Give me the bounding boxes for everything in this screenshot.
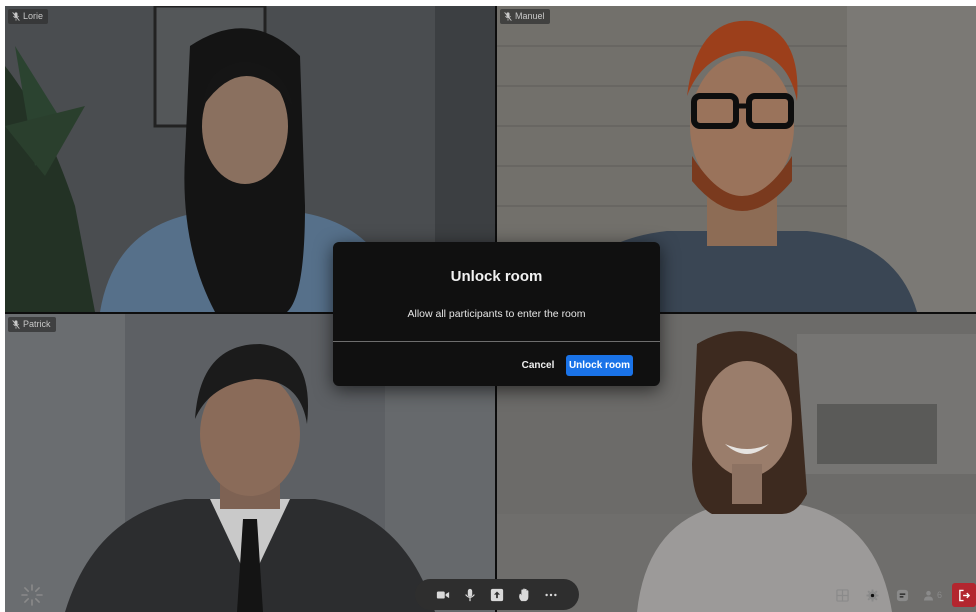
cancel-button[interactable]: Cancel: [518, 355, 558, 376]
participant-name: Lorie: [23, 11, 44, 21]
participant-name: Manuel: [515, 11, 545, 21]
share-screen-icon: [490, 588, 504, 601]
raise-hand-icon: [519, 587, 529, 601]
dialog-divider: [333, 341, 660, 342]
share-screen-button[interactable]: [489, 587, 505, 603]
participants-button[interactable]: 6: [923, 590, 942, 601]
mic-off-icon: [12, 320, 20, 329]
settings-icon: [866, 588, 880, 602]
camera-button[interactable]: [435, 587, 451, 603]
participants-icon: [923, 590, 934, 601]
raise-hand-button[interactable]: [516, 587, 532, 603]
dialog-message: Allow all participants to enter the room: [407, 308, 586, 320]
mic-off-icon: [12, 12, 20, 21]
name-tag: Patrick: [8, 317, 56, 332]
leave-icon: [958, 589, 970, 601]
microphone-button[interactable]: [462, 587, 478, 603]
dialog-title: Unlock room: [450, 268, 543, 285]
mic-off-icon: [504, 12, 512, 21]
microphone-icon: [464, 588, 475, 601]
settings-button[interactable]: [863, 585, 883, 605]
chat-icon: [897, 589, 909, 601]
name-tag: Lorie: [8, 9, 49, 24]
leave-call-button[interactable]: [952, 583, 976, 607]
more-icon: [545, 593, 557, 596]
unlock-room-dialog: Unlock room Allow all participants to en…: [333, 242, 660, 386]
name-tag: Manuel: [500, 9, 550, 24]
meeting-app: Lorie Manuel Patrick Unlock room Allow a…: [5, 6, 976, 612]
participant-name: Patrick: [23, 319, 51, 329]
layout-button[interactable]: [833, 585, 853, 605]
right-controls: 6: [833, 583, 976, 607]
grid-layout-icon: [836, 588, 850, 602]
camera-icon: [436, 591, 449, 598]
chat-button[interactable]: [893, 585, 913, 605]
app-logo-icon: [21, 584, 43, 606]
call-controls-toolbar: [415, 579, 579, 610]
more-options-button[interactable]: [543, 587, 559, 603]
participant-count: 6: [936, 590, 942, 600]
unlock-room-button[interactable]: Unlock room: [566, 355, 633, 376]
